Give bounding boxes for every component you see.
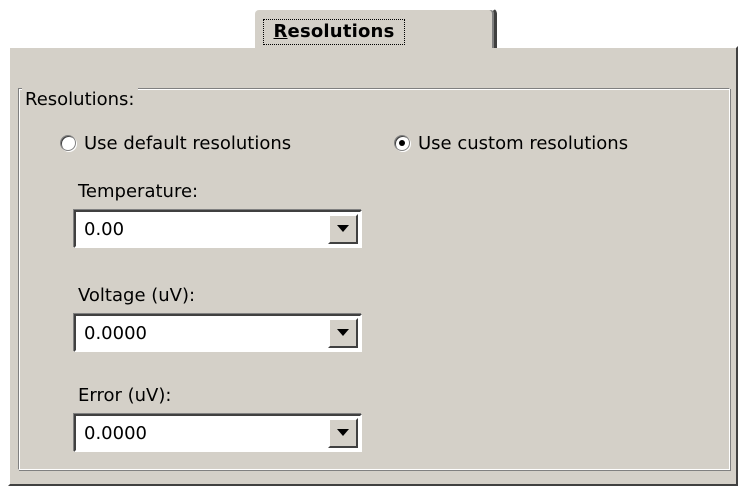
temperature-value: 0.00 xyxy=(84,219,125,240)
temperature-combobox[interactable]: 0.00 xyxy=(74,210,362,248)
tab-resolutions[interactable]: Resolutions xyxy=(253,8,497,48)
radio-default-label: Use default resolutions xyxy=(84,133,292,154)
error-value: 0.0000 xyxy=(84,423,147,444)
tab-label-mnemonic: R xyxy=(273,21,288,42)
group-title: Resolutions: xyxy=(22,88,138,112)
chevron-down-icon xyxy=(337,329,349,336)
error-combobox[interactable]: 0.0000 xyxy=(74,414,362,452)
chevron-down-icon xyxy=(337,429,349,436)
tab-label-rest: esolutions xyxy=(287,21,395,42)
voltage-combobox[interactable]: 0.0000 xyxy=(74,314,362,352)
radio-checked-icon xyxy=(394,135,410,151)
voltage-label: Voltage (uV): xyxy=(78,285,196,306)
error-dropdown-button[interactable] xyxy=(328,418,358,448)
radio-unchecked-icon xyxy=(60,135,76,151)
radio-dot-icon xyxy=(399,140,405,146)
chevron-down-icon xyxy=(337,225,349,232)
voltage-value: 0.0000 xyxy=(84,323,147,344)
temperature-dropdown-button[interactable] xyxy=(328,214,358,244)
voltage-dropdown-button[interactable] xyxy=(328,318,358,348)
tab-label: Resolutions xyxy=(263,19,405,45)
temperature-label: Temperature: xyxy=(78,181,199,202)
radio-custom-label: Use custom resolutions xyxy=(418,133,629,154)
error-label: Error (uV): xyxy=(78,385,172,406)
